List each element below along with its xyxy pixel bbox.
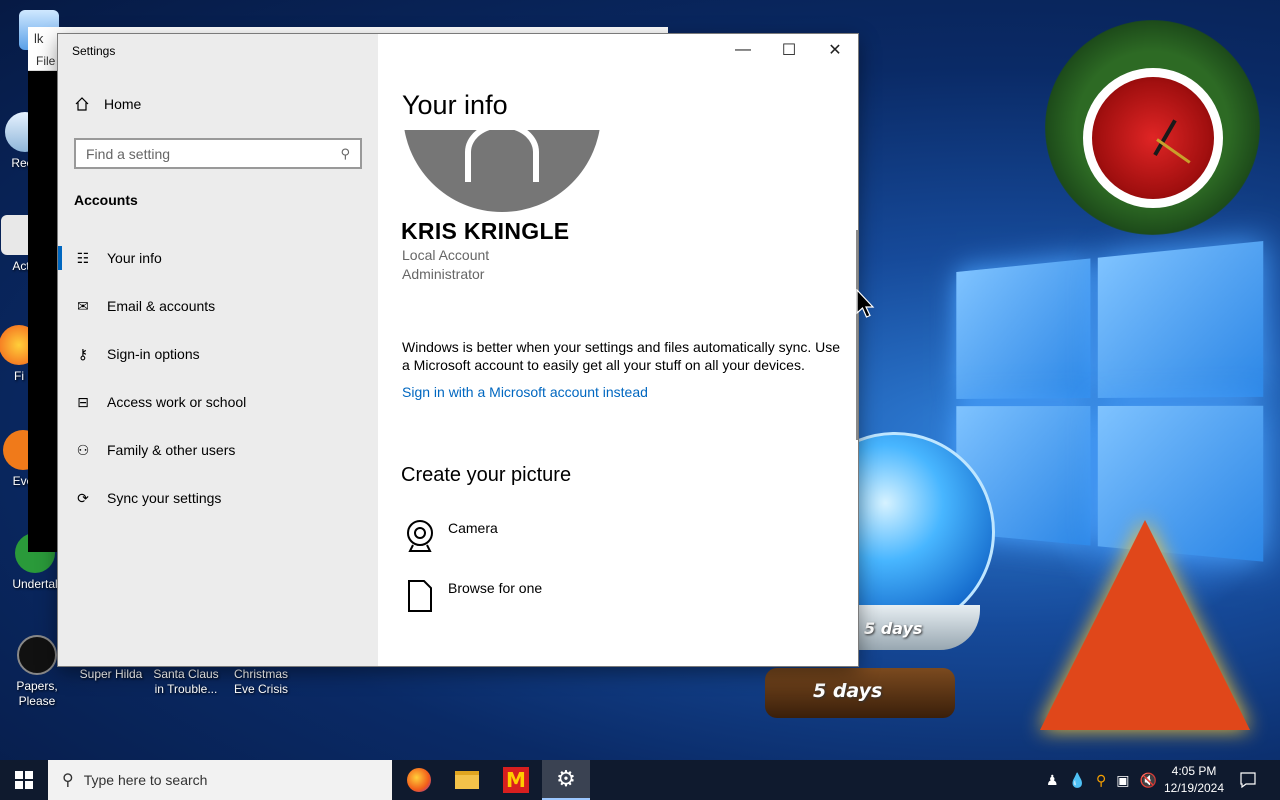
- water-drop-icon[interactable]: 💧: [1069, 772, 1086, 789]
- taskbar: ⚲ Type here to search M ⚙ ♟ 💧 ⚲ ▣ 🔇 4:05…: [0, 760, 1280, 800]
- camera-option[interactable]: Camera: [402, 518, 498, 554]
- key-icon: ⚷: [77, 345, 89, 362]
- countdown-label-large: 5 days: [813, 680, 883, 702]
- desktop-icon-super-hilda[interactable]: Super Hilda: [76, 667, 146, 682]
- clock-date: 12/19/2024: [1163, 781, 1225, 795]
- volume-muted-icon[interactable]: 🔇: [1140, 772, 1157, 789]
- page-title: Your info: [402, 90, 508, 120]
- network-icon[interactable]: ▣: [1116, 772, 1129, 789]
- taskbar-search-placeholder: Type here to search: [83, 772, 208, 788]
- file-icon: [402, 578, 438, 614]
- search-icon: ⚲: [340, 145, 350, 161]
- account-type: Local Account: [402, 247, 490, 263]
- start-button[interactable]: [0, 760, 48, 800]
- sidebar-item-email-accounts[interactable]: ✉ Email & accounts: [58, 286, 378, 326]
- desktop-icon-santa-claus[interactable]: Santa Claus in Trouble...: [151, 667, 221, 697]
- sidebar-item-sync-settings[interactable]: ⟳ Sync your settings: [58, 478, 378, 518]
- sidebar-item-access-work-school[interactable]: ⊟ Access work or school: [58, 382, 378, 422]
- snowglobe-base-lower: 5 days: [765, 668, 955, 718]
- home-nav-item[interactable]: Home: [74, 96, 141, 112]
- sync-icon: ⟳: [77, 489, 89, 506]
- settings-sidebar: Settings Home Find a setting ⚲ Accounts …: [58, 34, 378, 666]
- home-label: Home: [104, 96, 142, 112]
- active-indicator: [58, 246, 62, 270]
- firefox-icon: [407, 768, 431, 792]
- background-window-title: lk: [34, 31, 44, 46]
- person-card-icon: ☷: [76, 249, 90, 266]
- avatar: [403, 130, 601, 212]
- windows-start-icon: [15, 771, 33, 789]
- browse-label: Browse for one: [448, 580, 543, 596]
- taskbar-app-file-explorer[interactable]: [443, 760, 491, 800]
- folder-icon: [455, 771, 479, 789]
- home-icon: [75, 97, 89, 111]
- desktop-icon-christmas-eve-crisis[interactable]: Christmas Eve Crisis: [226, 667, 296, 697]
- window-title: Settings: [72, 44, 116, 58]
- briefcase-icon: ⊟: [77, 393, 89, 410]
- camera-icon: [402, 518, 438, 554]
- taskbar-app-firefox[interactable]: [395, 760, 443, 800]
- sidebar-item-family-other-users[interactable]: ⚇ Family & other users: [58, 430, 378, 470]
- people-icon[interactable]: ♟: [1046, 772, 1059, 789]
- search-icon: ⚲: [62, 772, 74, 789]
- christmas-clock-widget: [1045, 20, 1260, 235]
- scrollbar[interactable]: [856, 230, 858, 440]
- sidebar-item-label: Your info: [107, 250, 162, 266]
- section-title-accounts: Accounts: [74, 192, 138, 208]
- avatar-head-icon: [465, 130, 539, 182]
- camera-label: Camera: [448, 520, 498, 536]
- countdown-label-small: 5 days: [864, 619, 923, 638]
- mail-icon: ✉: [77, 297, 89, 314]
- sidebar-item-label: Family & other users: [107, 442, 236, 458]
- find-setting-placeholder: Find a setting: [86, 145, 171, 162]
- sidebar-item-label: Sync your settings: [107, 490, 222, 506]
- christmas-tree-decoration: [1040, 520, 1250, 730]
- sidebar-item-sign-in-options[interactable]: ⚷ Sign-in options: [58, 334, 378, 374]
- system-tray: ♟ 💧 ⚲ ▣ 🔇: [1046, 760, 1157, 800]
- sidebar-item-your-info[interactable]: ☷ Your info: [58, 238, 378, 278]
- notification-icon: [1240, 772, 1256, 788]
- sidebar-item-label: Access work or school: [107, 394, 247, 410]
- clock-time: 4:05 PM: [1171, 764, 1217, 778]
- create-picture-heading: Create your picture: [401, 464, 572, 486]
- taskbar-app-mcdonalds-game[interactable]: M: [492, 760, 540, 800]
- settings-window[interactable]: Settings Home Find a setting ⚲ Accounts …: [58, 34, 858, 666]
- your-info-page: Your info KRIS KRINGLE Local Account Adm…: [378, 34, 858, 666]
- mcdonalds-icon: M: [503, 767, 529, 793]
- find-setting-input[interactable]: Find a setting ⚲: [74, 138, 362, 169]
- microsoft-account-link[interactable]: Sign in with a Microsoft account instead: [402, 384, 648, 400]
- sync-description: Windows is better when your settings and…: [402, 339, 841, 373]
- notification-button[interactable]: [1238, 760, 1258, 800]
- taskbar-clock[interactable]: 4:05 PM 12/19/2024: [1162, 763, 1226, 797]
- taskbar-search-box[interactable]: ⚲ Type here to search: [48, 760, 392, 800]
- account-role: Administrator: [402, 266, 485, 282]
- sidebar-item-label: Email & accounts: [107, 298, 216, 314]
- browse-option[interactable]: Browse for one: [402, 578, 542, 614]
- gear-icon: ⚙: [556, 766, 576, 791]
- sidebar-item-label: Sign-in options: [107, 346, 200, 362]
- taskbar-app-settings[interactable]: ⚙: [542, 760, 590, 800]
- papers-please-icon: [17, 635, 57, 675]
- background-window-file-menu[interactable]: File: [36, 54, 55, 68]
- mouse-cursor-icon: [856, 289, 875, 318]
- person-add-icon: ⚇: [76, 441, 90, 458]
- search-tool-icon[interactable]: ⚲: [1096, 772, 1106, 789]
- user-name: KRIS KRINGLE: [401, 218, 570, 244]
